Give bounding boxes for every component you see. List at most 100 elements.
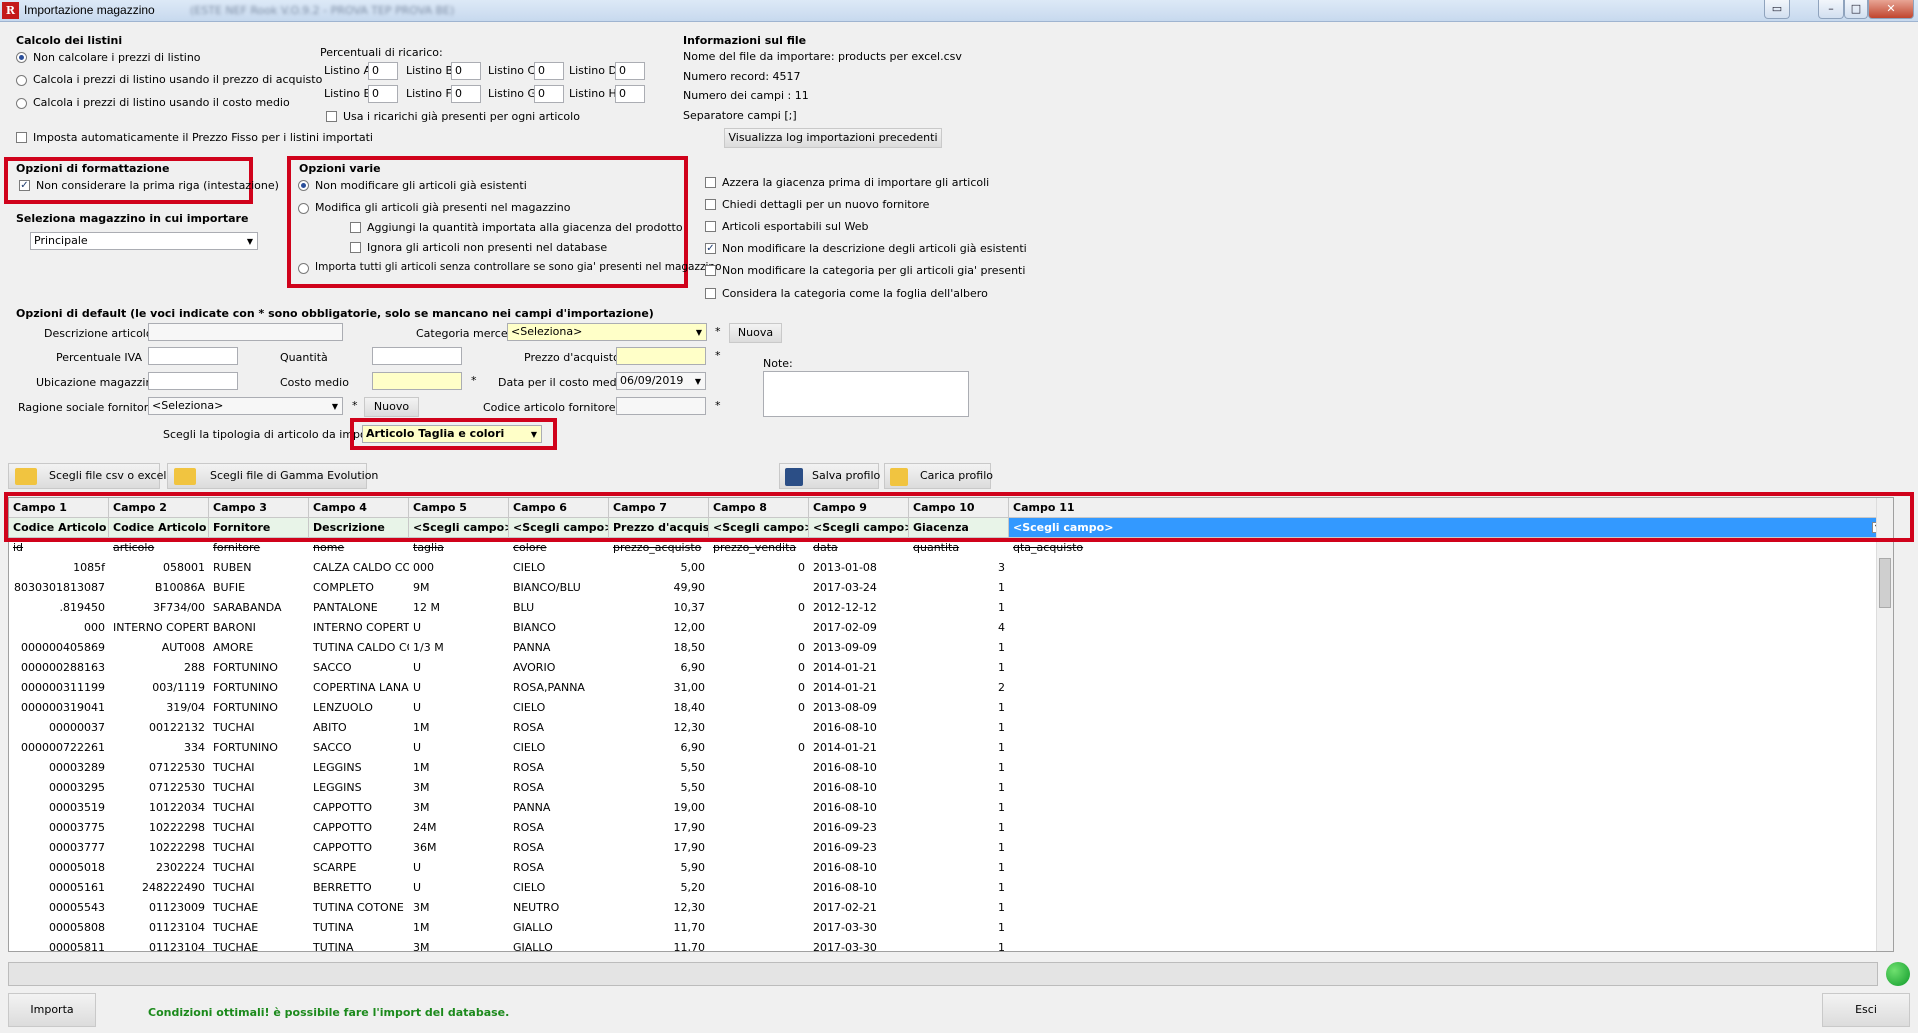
grid-cell: CALZA CALDO COT <box>313 561 409 574</box>
grid-cell: 1 <box>1009 758 1893 778</box>
data-input[interactable]: 06/09/2019 ▼ <box>616 372 706 390</box>
grid-cell: 2014-01-21 <box>813 741 877 754</box>
grid-cell: B10086A <box>154 581 205 594</box>
restore-icon[interactable]: ▭ <box>1764 0 1790 19</box>
radio-no-modify-label: Non modificare gli articoli già esistent… <box>315 179 527 192</box>
grid-cell: 000000405869 <box>21 641 105 654</box>
listino-h-input[interactable]: 0 <box>615 85 645 103</box>
fornitore-required: * <box>352 399 358 412</box>
grid-cell: AMORE <box>213 641 254 654</box>
magazzino-title: Seleziona magazzino in cui importare <box>16 212 249 225</box>
import-button[interactable]: Importa <box>8 993 96 1027</box>
grid-cell: 5,90 <box>680 861 706 874</box>
close-icon[interactable]: ✕ <box>1868 0 1914 19</box>
grid-cell: BLU <box>513 601 535 614</box>
listino-b-input[interactable]: 0 <box>451 62 481 80</box>
extra-checkbox-3[interactable]: ✓ <box>705 243 716 254</box>
status-message: Condizioni ottimali! è possibile fare l'… <box>148 1006 510 1019</box>
grid-cell: 1 <box>1009 798 1893 818</box>
minimize-icon[interactable]: – <box>1818 0 1844 19</box>
radio-import-all[interactable] <box>298 263 309 274</box>
extra-checkbox-2[interactable] <box>705 221 716 232</box>
ubicazione-input[interactable] <box>148 372 238 390</box>
grid-cell: 2017-03-30 <box>813 921 877 934</box>
grid-cell: 17,90 <box>673 841 706 854</box>
grid-cell: 00005018 <box>49 861 105 874</box>
prezzo-input[interactable] <box>616 347 706 365</box>
categoria-select[interactable]: <Seleziona> ▼ <box>507 323 707 341</box>
scroll-thumb[interactable] <box>1879 558 1891 608</box>
grid-cell: 2013-09-09 <box>813 641 877 654</box>
listino-f-input[interactable]: 0 <box>451 85 481 103</box>
grid-cell: BUFIE <box>213 581 246 594</box>
listino-d-input[interactable]: 0 <box>615 62 645 80</box>
grid-cell <box>709 898 809 918</box>
grid-cell: U <box>413 661 422 674</box>
maximize-icon[interactable]: □ <box>1844 0 1868 19</box>
grid-cell: 18,40 <box>673 701 706 714</box>
radio-calc-purchase[interactable] <box>16 75 27 86</box>
grid-cell: 000 <box>84 621 105 634</box>
note-textarea[interactable] <box>763 371 969 417</box>
record-count: Numero record: 4517 <box>683 70 801 83</box>
grid-cell: 1M <box>413 921 430 934</box>
radio-calc-avg[interactable] <box>16 98 27 109</box>
table-row: 00003295 07122530 TUCHAI LEGGINS 3M ROSA 5,50 2… <box>9 778 1893 798</box>
listino-g-input[interactable]: 0 <box>534 85 564 103</box>
auto-fixed-checkbox[interactable] <box>16 132 27 143</box>
radio-no-modify[interactable] <box>298 180 309 191</box>
grid-cell: TUCHAI <box>213 761 255 774</box>
table-row: 00005811 01123104 TUCHAE TUTINA 3M GIALLO 11,7… <box>9 938 1893 951</box>
descr-label: Descrizione articolo <box>44 327 153 340</box>
ignore-checkbox[interactable] <box>350 242 361 253</box>
exit-button[interactable]: Esci <box>1822 993 1910 1027</box>
data-label: Data per il costo medio <box>498 376 627 389</box>
grid-cell: 5,50 <box>680 761 706 774</box>
extra-checkbox-1[interactable] <box>705 199 716 210</box>
iva-input[interactable] <box>148 347 238 365</box>
fornitore-select[interactable]: <Seleziona> ▼ <box>148 397 343 415</box>
listino-c-input[interactable]: 0 <box>534 62 564 80</box>
grid-cell: 8030301813087 <box>14 581 105 594</box>
choose-csv-button[interactable]: Scegli file csv o excel <box>8 463 166 489</box>
grid-scrollbar[interactable] <box>1876 498 1893 951</box>
extra-checkbox-4[interactable] <box>705 265 716 276</box>
grid-cell: 3M <box>413 801 430 814</box>
grid-cell: 3 <box>998 561 1005 574</box>
add-qty-checkbox[interactable] <box>350 222 361 233</box>
grid-cell: 00005161 <box>49 881 105 894</box>
listino-a-input[interactable]: 0 <box>368 62 398 80</box>
codice-input[interactable] <box>616 397 706 415</box>
use-existing-checkbox[interactable] <box>326 111 337 122</box>
choose-gamma-button[interactable]: Scegli file di Gamma Evolution <box>167 463 378 489</box>
radio-no-calc[interactable] <box>16 52 27 63</box>
grid-cell: 2302224 <box>156 861 205 874</box>
load-profile-button[interactable]: Carica profilo <box>884 463 993 489</box>
nuovo-button[interactable]: Nuovo <box>364 397 419 417</box>
view-log-button[interactable]: Visualizza log importazioni precedenti <box>724 128 942 148</box>
import-grid[interactable]: Campo 1 Campo 2 Campo 3 Campo 4 Campo 5 Campo… <box>8 497 1894 952</box>
costo-input[interactable] <box>372 372 462 390</box>
radio-calc-purchase-label: Calcola i prezzi di listino usando il pr… <box>33 73 323 86</box>
grid-cell: TUCHAI <box>213 801 255 814</box>
extra-checkbox-0[interactable] <box>705 177 716 188</box>
app-icon: R <box>2 2 19 19</box>
radio-modify[interactable] <box>298 203 309 214</box>
magazzino-select[interactable]: Principale ▼ <box>30 232 258 250</box>
grid-cell: 000000319041 <box>21 701 105 714</box>
grid-cell: ABITO <box>313 721 347 734</box>
table-row: 000000311199 003/1119 FORTUNINO COPERTINA L… <box>9 678 1893 698</box>
grid-cell: SACCO <box>313 741 352 754</box>
nuova-button[interactable]: Nuova <box>729 323 782 343</box>
listino-e-input[interactable]: 0 <box>368 85 398 103</box>
skip-header-checkbox[interactable]: ✓ <box>19 180 30 191</box>
extra-checkbox-5[interactable] <box>705 288 716 299</box>
data-value: 06/09/2019 <box>620 374 684 387</box>
grid-cell: 2016-08-10 <box>813 781 877 794</box>
descr-input[interactable] <box>148 323 343 341</box>
grid-cell: 000000288163 <box>21 661 105 674</box>
quantita-input[interactable] <box>372 347 462 365</box>
tipologia-select[interactable]: Articolo Taglia e colori ▼ <box>362 425 542 443</box>
grid-cell: 12,00 <box>673 621 706 634</box>
save-profile-button[interactable]: Salva profilo <box>779 463 880 489</box>
